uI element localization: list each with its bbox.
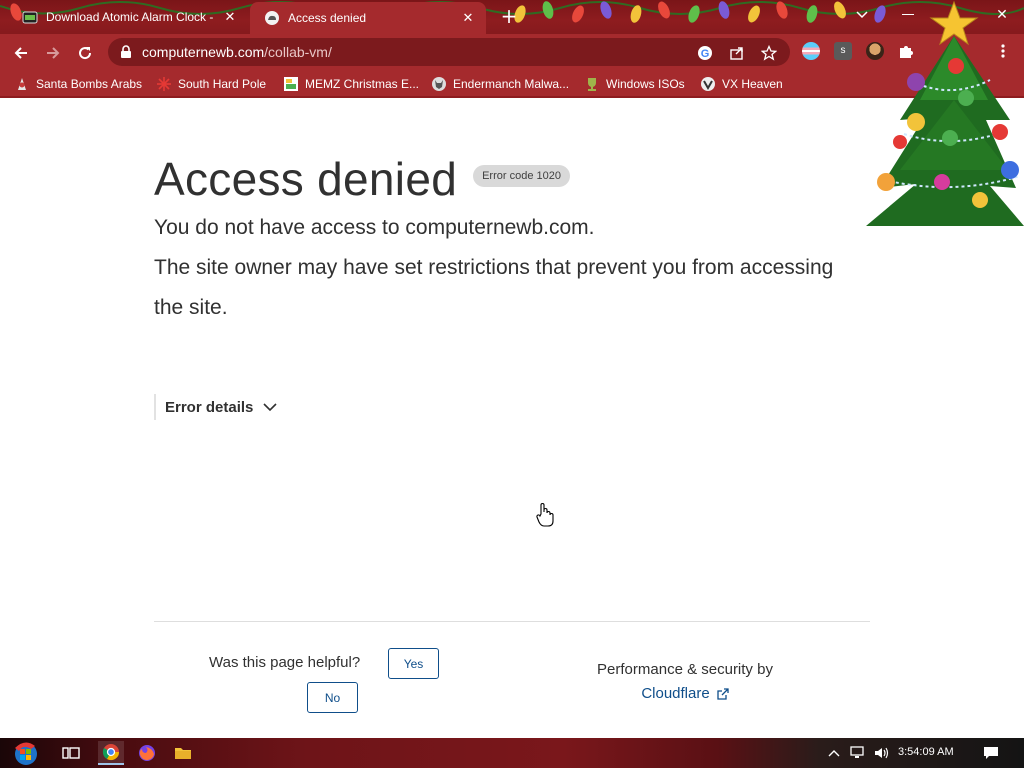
firefox-taskbar-icon[interactable] (134, 741, 160, 765)
screen: Download Atomic Alarm Clock - ✕ Access d… (0, 0, 1024, 768)
cloudflare-favicon-icon (265, 11, 279, 25)
cloudflare-link-label: Cloudflare (641, 685, 710, 702)
bookmark-label: South Hard Pole (178, 77, 267, 91)
memz-icon (284, 77, 298, 91)
network-icon[interactable] (850, 745, 866, 761)
address-bar[interactable]: computernewb.com/collab-vm/ G (108, 38, 790, 66)
task-view-icon[interactable] (58, 741, 84, 765)
bookmark-endermanch-malware[interactable]: Endermanch Malwa... (431, 74, 569, 94)
bookmark-star-icon[interactable] (760, 44, 778, 62)
snowflake-icon (157, 77, 171, 91)
performance-text: Performance & security by (597, 661, 773, 678)
lock-icon[interactable] (120, 45, 132, 59)
start-button-icon[interactable] (8, 741, 44, 765)
tab-title: Access denied (288, 11, 367, 25)
file-explorer-taskbar-icon[interactable] (170, 741, 196, 765)
bookmark-label: Windows ISOs (606, 77, 685, 91)
bookmark-label: Endermanch Malwa... (453, 77, 570, 91)
yes-button[interactable]: Yes (388, 648, 439, 679)
vx-icon (701, 77, 715, 91)
santa-icon (18, 78, 26, 90)
share-icon[interactable] (728, 44, 746, 62)
svg-text:G: G (701, 48, 710, 60)
tab-title: Download Atomic Alarm Clock - (46, 10, 214, 24)
chrome-taskbar-icon[interactable] (98, 741, 124, 765)
close-tab-icon[interactable]: ✕ (460, 10, 476, 26)
access-message: You do not have access to computernewb.c… (154, 216, 595, 239)
bookmark-label: VX Heaven (722, 77, 783, 91)
new-tab-plus-icon[interactable]: + (498, 6, 520, 28)
no-button[interactable]: No (307, 682, 358, 713)
bookmark-memz-christmas[interactable]: MEMZ Christmas E... (283, 74, 419, 94)
close-tab-icon[interactable]: ✕ (222, 9, 238, 25)
tab-download-atomic-alarm-clock[interactable]: Download Atomic Alarm Clock - ✕ (8, 0, 248, 34)
alarm-clock-favicon-icon (22, 11, 38, 24)
bookmark-windows-isos[interactable]: Windows ISOs (584, 74, 685, 94)
chevron-down-icon (263, 402, 277, 411)
forward-arrow-icon[interactable] (40, 40, 66, 66)
hand-cursor-icon (536, 503, 554, 527)
bookmark-vx-heaven[interactable]: VX Heaven (700, 74, 783, 94)
url-domain: computernewb.com (142, 44, 265, 60)
action-center-icon[interactable] (982, 745, 1000, 761)
error-details-label: Error details (165, 398, 254, 416)
helpful-question: Was this page helpful? (209, 654, 361, 671)
christmas-tree-decoration (866, 0, 1024, 226)
url-text: computernewb.com/collab-vm/ (142, 44, 332, 60)
wolf-icon (432, 77, 446, 91)
reload-icon[interactable] (72, 40, 98, 66)
external-link-icon (717, 687, 729, 700)
heading-row: Access denied Error code 1020 (154, 152, 570, 206)
bookmark-santa-bombs-arabs[interactable]: Santa Bombs Arabs (14, 74, 142, 94)
error-code-badge: Error code 1020 (473, 165, 570, 187)
show-hidden-icons-chevron-icon[interactable] (826, 745, 842, 761)
bookmark-label: MEMZ Christmas E... (305, 77, 420, 91)
volume-icon[interactable] (874, 745, 890, 761)
error-details-toggle[interactable]: Error details (154, 394, 277, 420)
back-arrow-icon[interactable] (8, 40, 34, 66)
bookmark-south-hard-pole[interactable]: South Hard Pole (156, 74, 266, 94)
cloudflare-link[interactable]: Cloudflare (641, 682, 729, 706)
footer-divider (154, 621, 870, 622)
windows-taskbar: 3:54:09 AM (0, 738, 1024, 768)
google-lens-icon[interactable]: G (696, 44, 714, 62)
taskbar-clock[interactable]: 3:54:09 AM (898, 746, 954, 758)
restriction-message: The site owner may have set restrictions… (154, 256, 834, 319)
performance-security: Performance & security by Cloudflare (560, 658, 810, 706)
url-path: /collab-vm/ (264, 44, 332, 60)
flag-extension-icon[interactable] (802, 42, 820, 60)
page-title: Access denied (154, 153, 458, 205)
s-extension-icon[interactable]: s (834, 42, 852, 60)
tab-access-denied[interactable]: Access denied ✕ (250, 2, 486, 34)
bookmark-label: Santa Bombs Arabs (36, 77, 143, 91)
trophy-icon (588, 78, 596, 91)
